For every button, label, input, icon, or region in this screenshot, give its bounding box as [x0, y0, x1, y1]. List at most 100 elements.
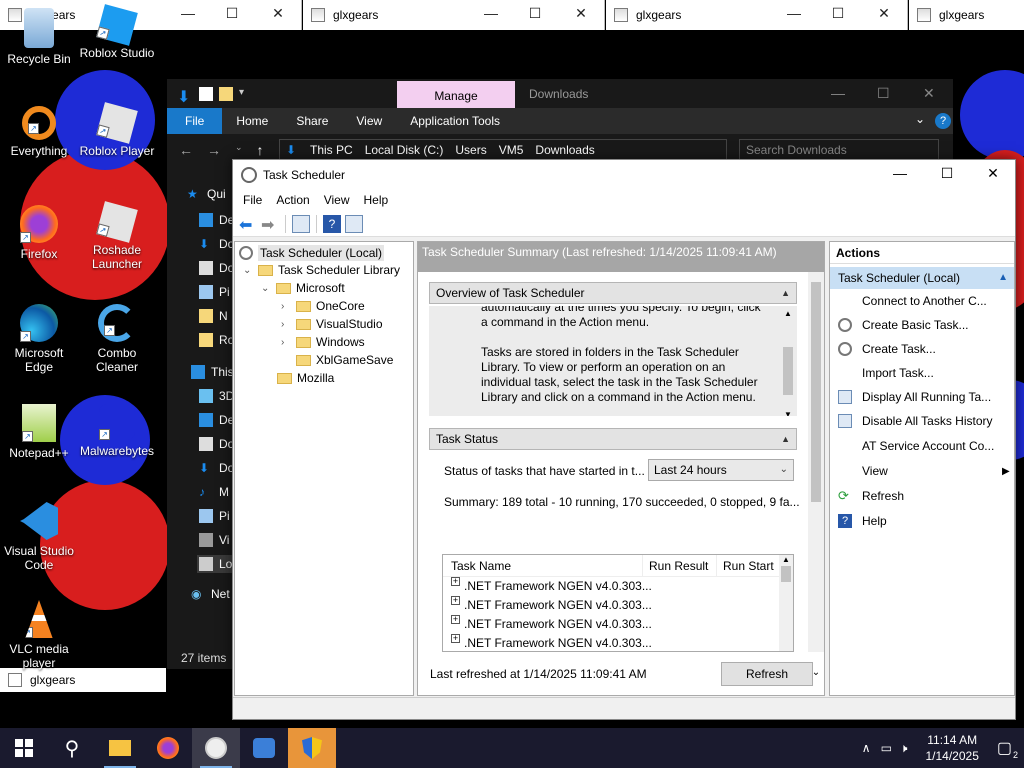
desktop-icon-firefox[interactable]: ↗ Firefox	[0, 205, 78, 261]
close-icon[interactable]: ✕	[923, 85, 935, 102]
nav-item[interactable]: De	[199, 413, 234, 427]
maximize-icon[interactable]: ☐	[525, 5, 545, 22]
nav-item[interactable]: ♪ M	[199, 485, 229, 499]
volume-icon[interactable]: 🕨	[900, 741, 908, 756]
chevron-down-icon[interactable]: ⌄	[243, 265, 253, 276]
tree-node-onecore[interactable]: › OneCore	[281, 299, 365, 313]
nav-item[interactable]: De	[199, 213, 234, 227]
maximize-icon[interactable]: ☐	[828, 5, 848, 22]
nav-item[interactable]: Vi	[199, 533, 229, 547]
forward-button[interactable]: →	[207, 142, 221, 158]
task-scheduler-titlebar[interactable]: Task Scheduler — ☐ ✕	[233, 160, 1015, 189]
tree-node-visualstudio[interactable]: › VisualStudio	[281, 317, 383, 331]
action-disable-history[interactable]: Disable All Tasks History	[838, 414, 993, 428]
breadcrumb-this-pc[interactable]: This PC	[310, 143, 353, 157]
close-icon[interactable]: ✕	[978, 165, 1008, 182]
expand-icon[interactable]: +	[451, 596, 460, 605]
help-icon[interactable]: ?	[935, 113, 951, 129]
action-display-running[interactable]: Display All Running Ta...	[838, 390, 991, 404]
collapse-icon[interactable]: ▲	[998, 267, 1008, 289]
minimize-icon[interactable]: —	[178, 5, 198, 21]
nav-item[interactable]: Do	[199, 437, 234, 451]
action-create-basic-task[interactable]: Create Basic Task...	[838, 318, 969, 332]
expand-icon[interactable]: +	[451, 615, 460, 624]
close-icon[interactable]: ✕	[268, 5, 288, 22]
breadcrumb-users[interactable]: Users	[455, 143, 486, 157]
collapse-icon[interactable]: ▲	[781, 429, 790, 449]
taskbar-task-scheduler[interactable]	[192, 728, 240, 768]
scroll-thumb[interactable]	[783, 347, 793, 395]
taskbar-file-explorer[interactable]	[96, 728, 144, 768]
nav-item[interactable]: ⬇ Do	[199, 237, 234, 251]
action-refresh[interactable]: ⟳ Refresh	[838, 489, 904, 504]
desktop-icon-vscode[interactable]: Visual Studio Code	[0, 502, 78, 572]
chevron-up-icon[interactable]: ∧	[862, 741, 871, 755]
maximize-icon[interactable]: ☐	[222, 5, 242, 22]
breadcrumb-vm5[interactable]: VM5	[499, 143, 524, 157]
nav-item[interactable]: Pi	[199, 285, 230, 299]
scroll-up-icon[interactable]: ▲	[781, 306, 795, 321]
explorer-titlebar[interactable]: ⬇ ▾ Manage Downloads — ☐ ✕	[167, 79, 953, 109]
network-icon[interactable]: ▭	[881, 741, 892, 755]
clock[interactable]: 11:14 AM 1/14/2025	[925, 732, 978, 764]
tab-home[interactable]: Home	[222, 108, 282, 134]
minimize-icon[interactable]: —	[885, 165, 915, 181]
tab-manage[interactable]: Manage	[397, 81, 515, 109]
scroll-down-icon[interactable]: ▼	[781, 407, 795, 416]
notifications-button[interactable]: ▢ 2	[997, 738, 1018, 760]
tree-node-mozilla[interactable]: Mozilla	[277, 371, 334, 385]
minimize-icon[interactable]: —	[784, 5, 804, 21]
taskbar-malwarebytes[interactable]	[240, 728, 288, 768]
up-button[interactable]: ↑	[257, 142, 264, 158]
customize-quick-access-icon[interactable]: ▾	[239, 87, 253, 101]
breadcrumb-local-disk[interactable]: Local Disk (C:)	[365, 143, 444, 157]
table-row[interactable]: + .NET Framework NGEN v4.0.303...	[443, 596, 793, 615]
nav-item[interactable]: Lo	[197, 555, 235, 573]
task-status-section-header[interactable]: Task Status ▲	[429, 428, 797, 450]
search-button[interactable]: ⚲	[48, 728, 96, 768]
summary-scrollbar[interactable]: ⌄	[808, 272, 824, 678]
help-icon[interactable]: ?	[323, 214, 341, 233]
table-row[interactable]: + .NET Framework NGEN v4.0.303...	[443, 577, 793, 596]
minimize-icon[interactable]: —	[481, 5, 501, 21]
menu-action[interactable]: Action	[276, 193, 309, 207]
expand-icon[interactable]: +	[451, 577, 460, 586]
table-scrollbar[interactable]: ▲	[779, 555, 793, 651]
glxgears-titlebar-2[interactable]: glxgears — ☐ ✕	[303, 0, 605, 30]
show-hide-console-tree-icon[interactable]	[292, 214, 310, 233]
path-box[interactable]: ⬇ This PC Local Disk (C:) Users VM5 Down…	[279, 139, 727, 161]
desktop-icon-edge[interactable]: ↗ Microsoft Edge	[0, 304, 78, 374]
action-at-service-account[interactable]: AT Service Account Co...	[862, 439, 994, 453]
tab-application-tools[interactable]: Application Tools	[396, 108, 514, 134]
column-run-result[interactable]: Run Result	[643, 555, 717, 576]
column-run-start[interactable]: Run Start	[717, 555, 777, 576]
desktop-icon-roblox-studio[interactable]: ↗ Roblox Studio	[78, 4, 156, 60]
desktop-icon-everything[interactable]: ↗ Everything	[0, 106, 78, 158]
taskbar-firefox[interactable]	[144, 728, 192, 768]
tab-view[interactable]: View	[342, 108, 396, 134]
minimize-icon[interactable]: —	[831, 85, 845, 101]
scroll-thumb[interactable]	[811, 282, 821, 502]
nav-item[interactable]: This	[191, 365, 234, 379]
tab-file[interactable]: File	[167, 108, 223, 134]
maximize-icon[interactable]: ☐	[932, 165, 962, 182]
tree-node-microsoft[interactable]: ⌄ Microsoft	[261, 281, 345, 295]
desktop-icon-roblox-player[interactable]: ↗ Roblox Player	[78, 102, 156, 158]
chevron-right-icon[interactable]: ›	[281, 301, 291, 312]
maximize-icon[interactable]: ☐	[877, 85, 890, 102]
nav-item[interactable]: ★ Qui	[187, 187, 226, 201]
action-import-task[interactable]: Import Task...	[862, 366, 934, 380]
new-folder-icon[interactable]	[219, 86, 233, 101]
task-scheduler-window[interactable]: Task Scheduler — ☐ ✕ File Action View He…	[232, 159, 1016, 720]
desktop-icon-combo-cleaner[interactable]: ↗ Combo Cleaner	[78, 304, 156, 374]
scroll-up-icon[interactable]: ▲	[779, 555, 793, 564]
overview-section-header[interactable]: Overview of Task Scheduler ▲	[429, 282, 797, 304]
overview-scrollbar[interactable]: ▲ ▼	[781, 306, 795, 416]
nav-item[interactable]: 3D	[199, 389, 234, 403]
search-input[interactable]: Search Downloads	[739, 139, 939, 161]
action-create-task[interactable]: Create Task...	[838, 342, 936, 356]
taskbar-uac-app[interactable]	[288, 728, 336, 768]
actions-group-header[interactable]: Task Scheduler (Local) ▲	[830, 267, 1014, 289]
glxgears-titlebar-4[interactable]: glxgears	[909, 0, 1024, 30]
nav-item[interactable]: N	[199, 309, 228, 323]
